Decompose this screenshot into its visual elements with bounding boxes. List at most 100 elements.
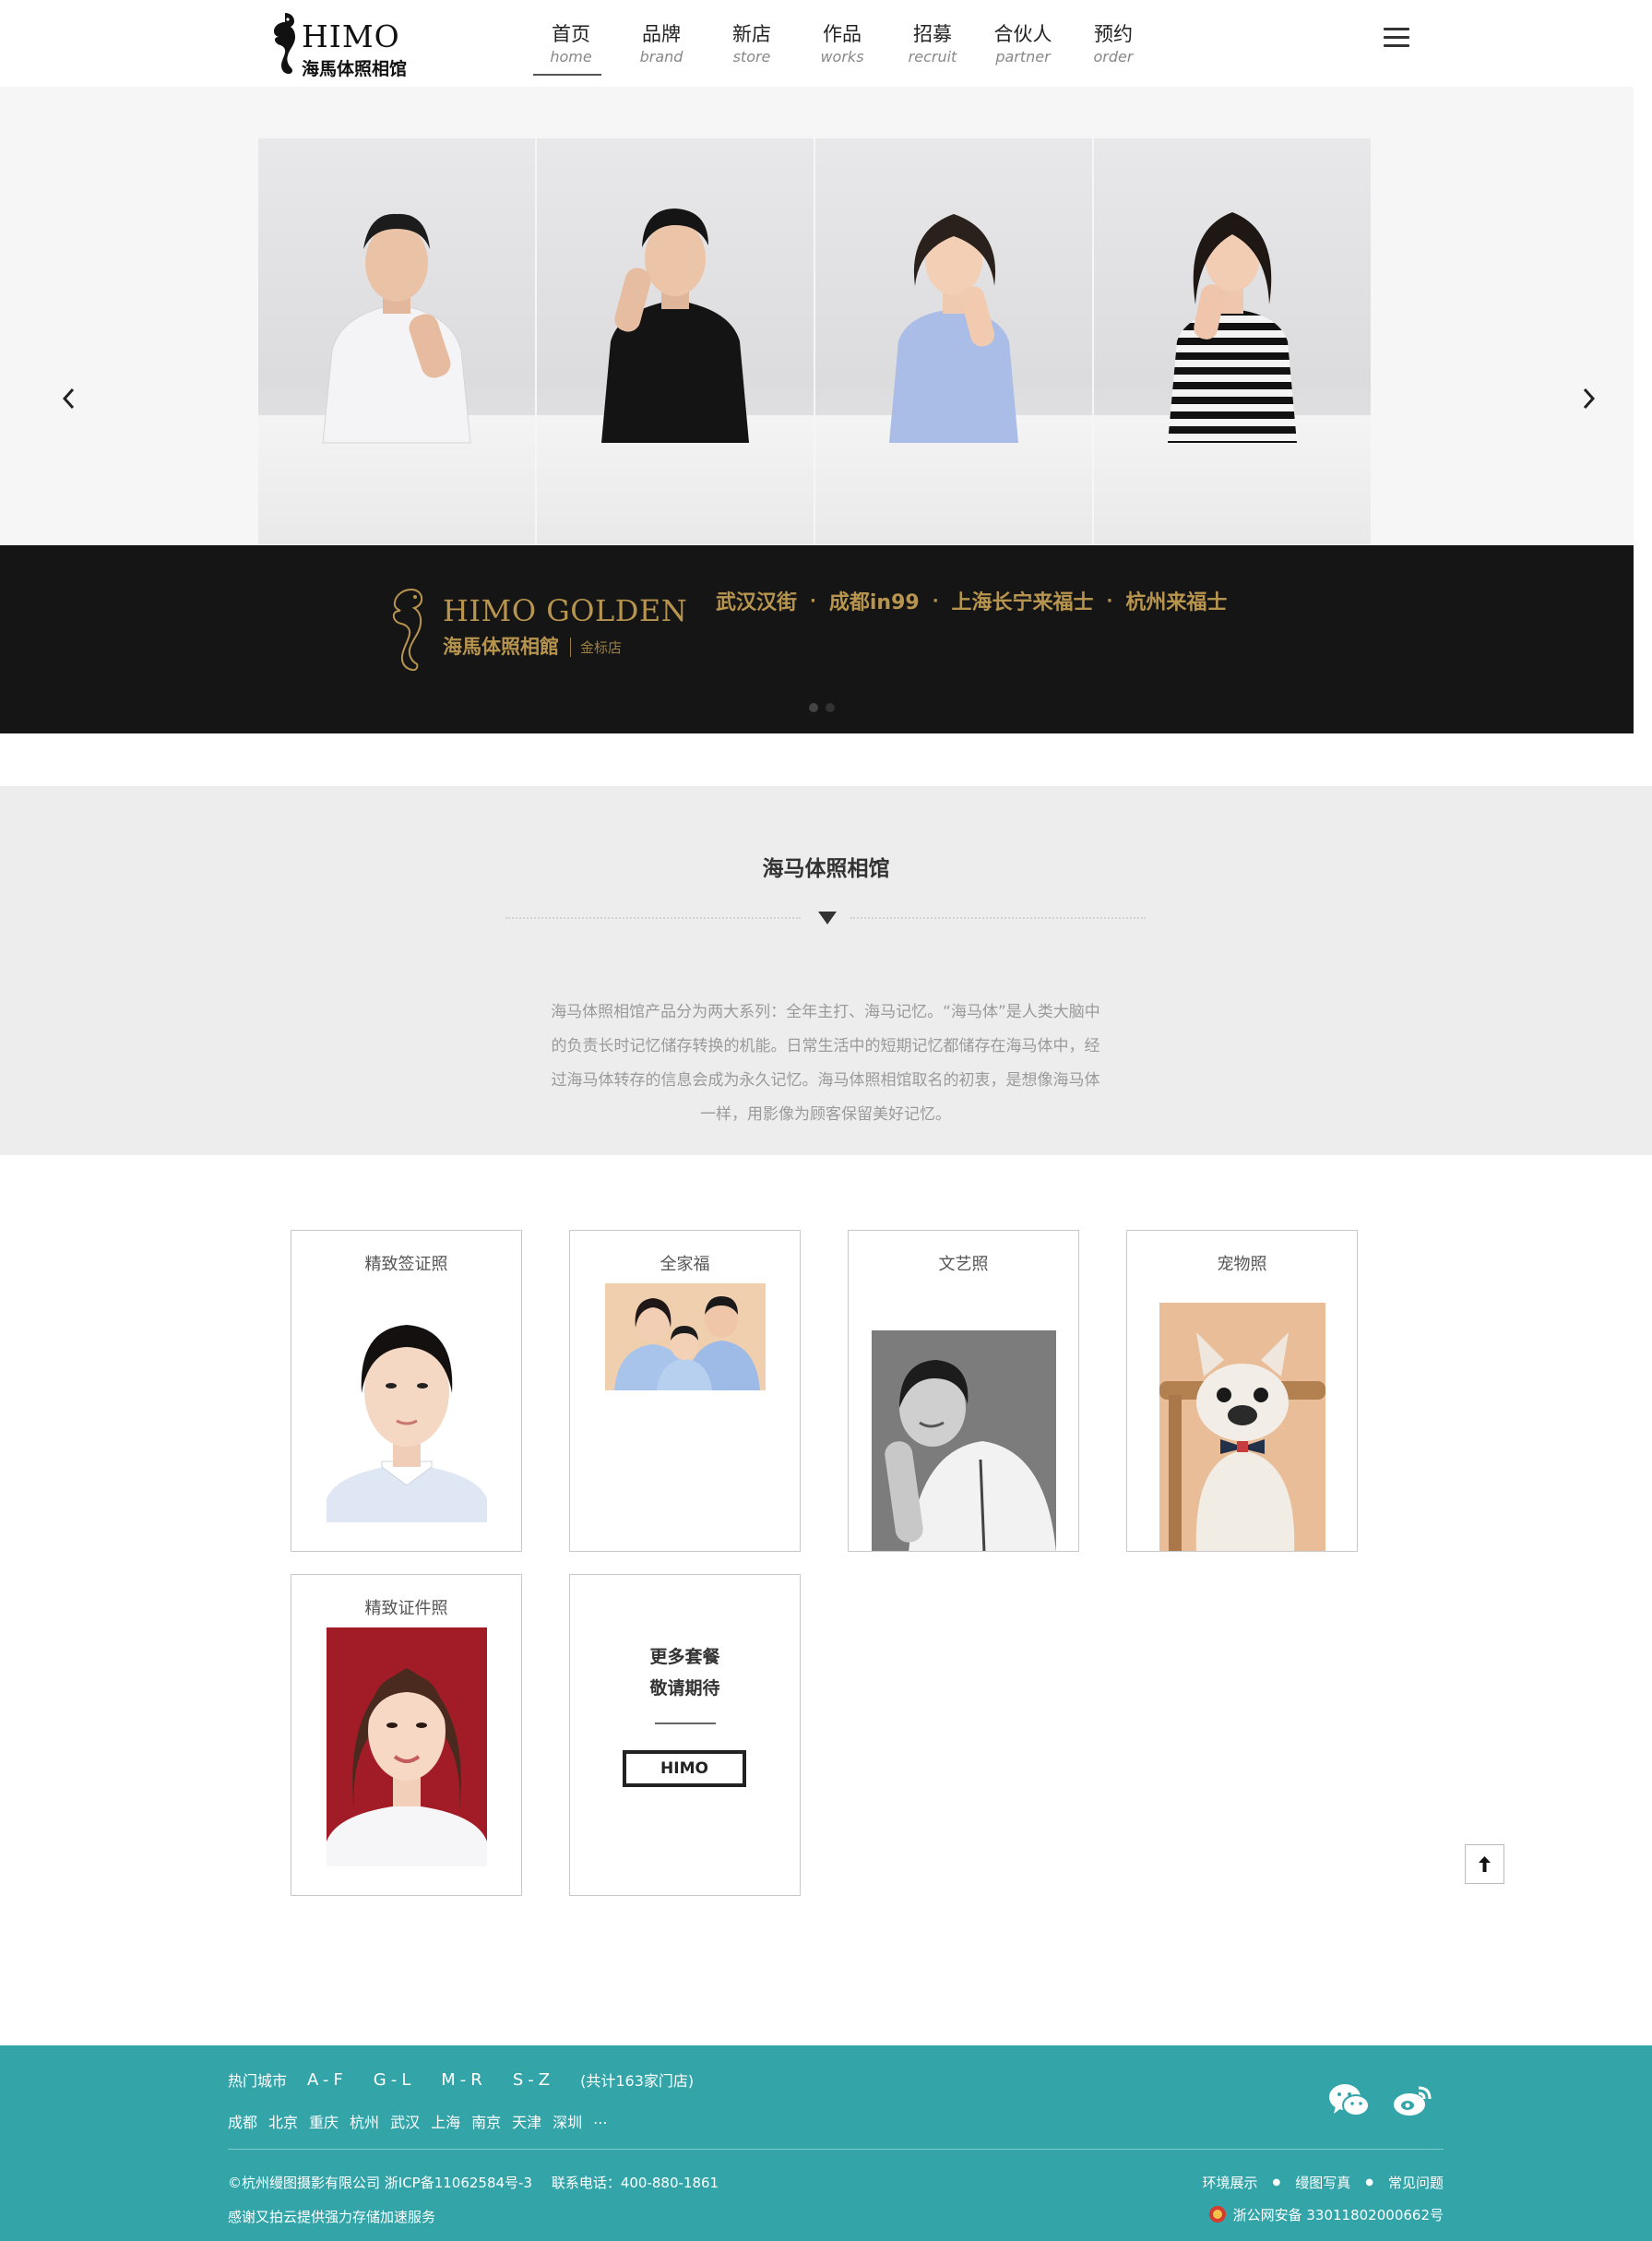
carousel-dot[interactable] [826, 703, 835, 712]
cdn-thanks: 感谢又拍云提供强力存储加速服务 [228, 2209, 436, 2225]
footer-link-environment[interactable]: 环境展示 [1202, 2173, 1257, 2192]
city-link[interactable]: 成都 [228, 2110, 257, 2132]
city-letter-filter[interactable]: S-Z [513, 2070, 554, 2090]
hamburger-menu-icon[interactable] [1384, 28, 1409, 50]
nav-label-en: order [1093, 48, 1134, 66]
product-card-id-photo[interactable]: 精致证件照 [291, 1574, 522, 1896]
promo-brand-sub: 金标店 [570, 638, 622, 657]
hero-carousel: HIMO GOLDEN 海馬体照相館 金标店 武汉汉街 · 成都in99 · 上… [0, 87, 1634, 733]
city-letter-filter[interactable]: G-L [374, 2070, 415, 2090]
city-list: 成都 北京 重庆 杭州 武汉 上海 南京 天津 深圳 ... [228, 2110, 618, 2132]
more-packages-line2: 敬请期待 [649, 1678, 720, 1699]
city-link[interactable]: 天津 [512, 2110, 541, 2132]
city-link[interactable]: 上海 [431, 2110, 460, 2132]
nav-label-cn: 新店 [732, 23, 771, 45]
carousel-photos [258, 138, 1373, 544]
nav-label-en: recruit [908, 48, 957, 66]
himo-button[interactable]: HIMO [623, 1750, 746, 1787]
city-link[interactable]: 深圳 [553, 2110, 582, 2132]
product-card-title: 精致签证照 [364, 1255, 448, 1274]
police-record[interactable]: 浙公网安备 33011802000662号 [1207, 2204, 1444, 2224]
product-card-visa-photo[interactable]: 精致签证照 [291, 1230, 522, 1552]
footer-link-separator-icon: ● [1272, 2177, 1281, 2187]
more-packages-text: 更多套餐 敬请期待 [570, 1641, 800, 1704]
footer-link-faq[interactable]: 常见问题 [1388, 2173, 1444, 2192]
back-to-top-arrow-icon[interactable] [1465, 1844, 1504, 1884]
copyright-text: ©杭州缦图摄影有限公司 浙ICP备11062584号-3 [228, 2175, 533, 2191]
city-link[interactable]: 重庆 [309, 2110, 339, 2132]
product-card-artistic-photo[interactable]: 文艺照 [848, 1230, 1079, 1552]
nav-item-store[interactable]: 新店 store [707, 20, 797, 72]
gold-seahorse-icon [392, 588, 423, 672]
main-nav: 首页 home 品牌 brand 新店 store 作品 works 招募 re… [526, 20, 1159, 76]
intro-text: 海马体照相馆产品分为两大系列：全年主打、海马记忆。“海马体”是人类大脑中的负责长… [551, 1003, 1100, 1124]
carousel-dot[interactable] [809, 703, 818, 712]
product-card-image [1159, 1303, 1325, 1551]
intro-divider-right [850, 917, 1146, 919]
carousel-next-arrow-icon[interactable] [1575, 380, 1602, 417]
footer-links: 环境展示 ● 缦图写真 ● 常见问题 [1202, 2173, 1444, 2192]
portrait-photo [537, 138, 814, 544]
nav-label-cn: 首页 [552, 23, 590, 45]
nav-label-cn: 作品 [823, 23, 862, 45]
carousel-prev-arrow-icon[interactable] [55, 380, 83, 417]
city-link[interactable]: 武汉 [390, 2110, 420, 2132]
product-card-family-photo[interactable]: 全家福 [569, 1230, 801, 1552]
nav-label-en: works [820, 48, 864, 66]
city-link[interactable]: 杭州 [350, 2110, 379, 2132]
site-footer: 热门城市 A-F G-L M-R S-Z (共计163家门店) 成都 北京 重庆… [0, 2045, 1652, 2241]
nav-label-en: brand [639, 48, 683, 66]
product-card-image [872, 1330, 1056, 1551]
wechat-icon[interactable] [1328, 2082, 1371, 2123]
footer-link-portrait[interactable]: 缦图写真 [1295, 2173, 1350, 2192]
product-card-title: 文艺照 [938, 1255, 989, 1274]
brand-name-cn: 海馬体照相馆 [302, 59, 408, 79]
nav-item-works[interactable]: 作品 works [797, 20, 887, 72]
nav-item-order[interactable]: 预约 order [1068, 20, 1159, 72]
nav-label-en: partner [995, 48, 1051, 66]
portrait-photo [815, 138, 1092, 544]
nav-label-cn: 预约 [1094, 23, 1133, 45]
store-count: (共计163家门店) [580, 2072, 695, 2090]
product-card-title: 精致证件照 [364, 1599, 448, 1618]
product-card-image [605, 1283, 766, 1390]
weibo-icon[interactable] [1391, 2082, 1433, 2123]
promo-separator: · [932, 590, 939, 611]
nav-item-recruit[interactable]: 招募 recruit [887, 20, 978, 72]
nav-item-partner[interactable]: 合伙人 partner [978, 20, 1068, 72]
promo-store: 杭州来福士 [1125, 591, 1228, 614]
social-icons [1328, 2082, 1454, 2123]
city-link[interactable]: 南京 [471, 2110, 501, 2132]
brand-logo[interactable]: HIMO 海馬体照相馆 [261, 9, 409, 79]
city-letter-filter[interactable]: A-F [307, 2070, 348, 2090]
nav-label-cn: 合伙人 [993, 23, 1052, 45]
nav-label-en: store [732, 48, 771, 66]
contact-phone: 联系电话：400-880-1861 [551, 2175, 719, 2191]
city-letter-filter[interactable]: M-R [441, 2070, 487, 2090]
promo-store: 成都in99 [828, 591, 920, 614]
footer-link-separator-icon: ● [1365, 2177, 1373, 2187]
product-card-pet-photo[interactable]: 宠物照 [1126, 1230, 1358, 1552]
promo-separator: · [1106, 590, 1113, 611]
promo-store: 武汉汉街 [716, 591, 798, 614]
intro-title: 海马体照相馆 [762, 857, 890, 881]
seahorse-icon [274, 13, 295, 74]
product-card-title: 宠物照 [1217, 1255, 1267, 1274]
hot-cities-row: 热门城市 A-F G-L M-R S-Z (共计163家门店) [228, 2068, 694, 2091]
police-badge-icon [1208, 2206, 1226, 2223]
intro-divider-left [505, 917, 801, 919]
product-card-image [327, 1292, 487, 1522]
promo-separator: · [810, 590, 816, 611]
nav-item-brand[interactable]: 品牌 brand [616, 20, 707, 72]
promo-store: 上海长宁来福士 [951, 591, 1094, 614]
site-header: HIMO 海馬体照相馆 首页 home 品牌 brand 新店 store 作品… [0, 0, 1652, 87]
nav-label-cn: 品牌 [642, 23, 681, 45]
more-cities-link[interactable]: ... [593, 2110, 607, 2132]
more-packages-divider [655, 1722, 716, 1724]
promo-brand-en: HIMO GOLDEN [443, 593, 688, 628]
city-link[interactable]: 北京 [268, 2110, 298, 2132]
nav-label-en: home [550, 48, 592, 66]
nav-item-home[interactable]: 首页 home [526, 20, 616, 76]
portrait-photo [1094, 138, 1371, 544]
more-packages-card[interactable]: 更多套餐 敬请期待 HIMO [569, 1574, 801, 1896]
